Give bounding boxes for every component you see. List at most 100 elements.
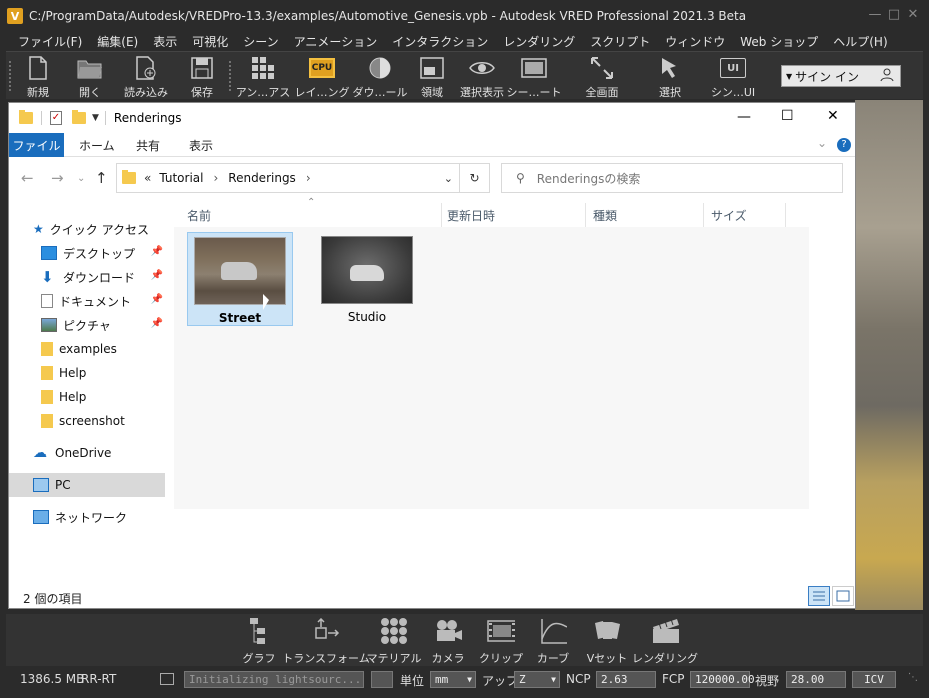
downscale-button[interactable]: ダウ…ール <box>353 54 408 100</box>
file-item-studio[interactable]: Studio <box>314 232 420 326</box>
expand-ribbon-icon[interactable]: ⌄ <box>817 136 827 150</box>
render-button[interactable]: レンダリング <box>632 618 698 666</box>
import-button[interactable]: 読み込み <box>120 54 172 100</box>
pin-icon[interactable]: 📌 <box>151 294 163 305</box>
nav-item-desktop[interactable]: デスクトップ 📌 <box>41 241 167 265</box>
chevron-right-icon[interactable]: › <box>213 171 218 185</box>
menu-edit[interactable]: 編集(E) <box>97 33 138 50</box>
show-selected-button[interactable]: 選択表示 <box>456 54 508 100</box>
camera-button[interactable]: カメラ <box>432 618 465 666</box>
graph-button[interactable]: グラフ <box>243 618 276 666</box>
explorer-minimize-button[interactable]: — <box>737 109 751 125</box>
menu-interaction[interactable]: インタラクション <box>392 33 488 50</box>
material-icon <box>380 618 408 644</box>
fcp-input[interactable]: 120000.00 <box>690 671 755 688</box>
up-arrow-icon[interactable]: ↑ <box>95 169 108 187</box>
region-button[interactable]: 領域 <box>416 54 448 100</box>
menu-scene[interactable]: シーン <box>243 33 278 50</box>
menu-help[interactable]: ヘルプ(H) <box>833 33 887 50</box>
search-input[interactable]: ⚲ Renderingsの検索 <box>501 163 843 193</box>
breadcrumb-overflow[interactable]: « <box>144 171 151 185</box>
menu-script[interactable]: スクリプト <box>590 33 650 50</box>
resize-grip-icon[interactable]: ⋱ <box>908 672 918 683</box>
file-item-street[interactable]: Street <box>187 232 293 326</box>
nav-item-pc[interactable]: PC <box>9 473 165 497</box>
curve-button[interactable]: カーブ <box>536 618 570 666</box>
pin-icon[interactable]: 📌 <box>151 270 163 281</box>
ncp-input[interactable]: 2.63 <box>596 671 656 688</box>
help-icon[interactable]: ? <box>837 138 851 152</box>
material-button[interactable]: マテリアル <box>367 618 421 666</box>
new-button[interactable]: 新規 <box>20 54 56 100</box>
vset-button[interactable]: Vセット <box>587 618 627 666</box>
menu-visualization[interactable]: 可視化 <box>192 33 228 50</box>
nav-item-help[interactable]: Help <box>41 361 167 385</box>
maximize-button[interactable]: □ <box>887 8 901 22</box>
close-button[interactable]: ✕ <box>906 8 920 22</box>
column-name[interactable]: 名前 <box>187 207 211 224</box>
open-button[interactable]: 開く <box>72 54 108 100</box>
transform-button[interactable]: トランスフォーム <box>282 618 370 666</box>
nav-item-onedrive[interactable]: ☁ OneDrive <box>33 441 167 465</box>
column-type[interactable]: 種類 <box>593 207 617 224</box>
nav-item-downloads[interactable]: ⬇ ダウンロード 📌 <box>41 265 167 289</box>
explorer-maximize-button[interactable]: ☐ <box>781 108 794 124</box>
nav-item-network[interactable]: ネットワーク <box>33 505 167 529</box>
large-icons-view-button[interactable] <box>832 586 854 606</box>
address-dropdown-icon[interactable]: ⌄ <box>444 172 453 185</box>
breadcrumb-renderings[interactable]: Renderings <box>228 171 296 185</box>
record-icon[interactable] <box>371 671 393 688</box>
pin-icon[interactable]: 📌 <box>151 246 163 257</box>
details-view-button[interactable] <box>808 586 830 606</box>
icv-button[interactable]: ICV <box>852 671 896 688</box>
tab-share[interactable]: 共有 <box>136 137 160 154</box>
back-arrow-icon[interactable]: ← <box>21 169 34 187</box>
unit-select[interactable]: mm ▼ <box>430 671 476 688</box>
clip-button[interactable]: クリップ <box>479 618 523 666</box>
menu-view[interactable]: 表示 <box>153 33 177 50</box>
toolbar-grip[interactable] <box>8 60 12 92</box>
menu-rendering[interactable]: レンダリング <box>503 33 575 50</box>
fov-input[interactable]: 28.00 <box>786 671 846 688</box>
tab-file[interactable]: ファイル <box>9 133 64 157</box>
antialias-button[interactable]: アン…アス <box>236 54 290 100</box>
simple-ui-button[interactable]: UI シン…UI <box>710 54 756 100</box>
explorer-close-button[interactable]: ✕ <box>827 108 839 124</box>
tab-view[interactable]: 表示 <box>189 137 213 154</box>
nav-item-screenshot[interactable]: screenshot <box>41 409 167 433</box>
fullscreen-button[interactable]: 全画面 <box>582 54 622 100</box>
terminal-icon[interactable] <box>160 673 174 685</box>
nav-item-help[interactable]: Help <box>41 385 167 409</box>
select-button[interactable]: 選択 <box>652 54 688 100</box>
nav-item-documents[interactable]: ドキュメント 📌 <box>41 289 167 313</box>
chevron-right-icon[interactable]: › <box>306 171 311 185</box>
pin-icon[interactable]: 📌 <box>151 318 163 329</box>
save-button[interactable]: 保存 <box>184 54 220 100</box>
raytracing-button[interactable]: CPU レイ…ング <box>295 54 350 100</box>
downscale-icon <box>367 56 393 80</box>
column-date-modified[interactable]: 更新日時 <box>447 207 495 224</box>
nav-item-pictures[interactable]: ピクチャ 📌 <box>41 313 167 337</box>
menu-file[interactable]: ファイル(F) <box>18 33 82 50</box>
forward-arrow-icon[interactable]: → <box>51 169 64 187</box>
quick-access-dropdown-icon[interactable]: ▼ <box>92 113 99 123</box>
render-viewport[interactable] <box>855 100 923 610</box>
toolbar-grip[interactable] <box>228 60 232 92</box>
recent-locations-icon[interactable]: ⌄ <box>77 173 85 184</box>
up-axis-select[interactable]: Z ▼ <box>514 671 560 688</box>
nav-quick-access[interactable]: ★ クイック アクセス <box>33 217 191 241</box>
breadcrumb-tutorial[interactable]: Tutorial <box>159 171 203 185</box>
properties-icon[interactable]: ✓ <box>50 111 62 125</box>
menu-webshop[interactable]: Web ショップ <box>740 33 818 50</box>
new-folder-icon[interactable] <box>72 110 86 124</box>
refresh-button[interactable]: ↻ <box>460 163 490 193</box>
scene-plate-button[interactable]: シー…ート <box>507 54 562 100</box>
nav-item-examples[interactable]: examples <box>41 337 167 361</box>
sign-in-dropdown[interactable]: ▼ サイン イン <box>781 65 901 87</box>
address-bar[interactable]: « Tutorial › Renderings › ⌄ <box>116 163 460 193</box>
column-size[interactable]: サイズ <box>711 207 747 224</box>
minimize-button[interactable]: — <box>868 8 882 22</box>
tab-home[interactable]: ホーム <box>79 137 115 154</box>
menu-animation[interactable]: アニメーション <box>294 33 378 50</box>
menu-window[interactable]: ウィンドウ <box>665 33 725 50</box>
